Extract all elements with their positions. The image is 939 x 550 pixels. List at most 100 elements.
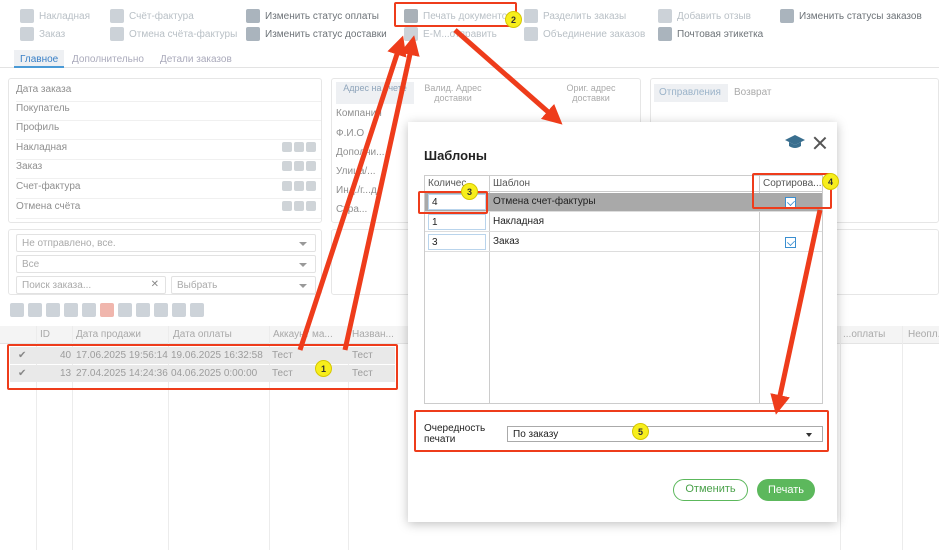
change-order-statuses-button[interactable]: Изменить статусы заказов xyxy=(780,8,922,24)
add-review-button[interactable]: Добавить отзыв xyxy=(658,8,751,24)
at-icon[interactable] xyxy=(294,161,304,171)
at-icon[interactable] xyxy=(294,142,304,152)
filter-icon[interactable] xyxy=(82,303,96,317)
invoice-icon xyxy=(20,9,34,23)
tab-billing-address[interactable]: Адрес на счете xyxy=(336,82,414,104)
delete-icon[interactable] xyxy=(64,303,78,317)
col-pay-date[interactable]: Дата оплаты xyxy=(173,329,232,340)
doc-icon[interactable] xyxy=(306,142,316,152)
doc-icon[interactable] xyxy=(306,201,316,211)
main-tabs: Главное Дополнительно Детали заказов xyxy=(0,50,939,68)
email-send-button[interactable]: E-M...отправить xyxy=(404,26,497,42)
fio-label: Ф.И.О xyxy=(336,128,365,139)
edit-icon[interactable] xyxy=(28,303,42,317)
cancel-schet-button[interactable]: Отмена счёта-фактуры xyxy=(110,26,237,42)
col-payment[interactable]: ...оплаты xyxy=(843,329,885,340)
order-date-field: Дата заказа xyxy=(16,84,321,102)
col-name[interactable]: Назван... xyxy=(352,329,394,340)
add-icon[interactable] xyxy=(10,303,24,317)
country-label: Стра... xyxy=(336,204,368,215)
change-delivery-status-button[interactable]: Изменить статус доставки xyxy=(246,26,387,42)
profile-field: Профиль xyxy=(16,122,321,140)
layout-icon[interactable] xyxy=(190,303,204,317)
close-icon[interactable] xyxy=(813,136,827,150)
col-id[interactable]: ID xyxy=(40,329,50,340)
schet-icon xyxy=(110,9,124,23)
callout-sort xyxy=(752,173,832,209)
callout-rows xyxy=(7,344,398,390)
schet-doc-field: Счет-фактура xyxy=(16,181,321,199)
tab-orig-shipping-address[interactable]: Ориг. адрес доставки xyxy=(556,82,626,104)
merge-orders-button[interactable]: Объединение заказов xyxy=(524,26,645,42)
invoice-doc-field: Накладная xyxy=(16,142,321,160)
doc-icon[interactable] xyxy=(306,181,316,191)
tab-order-details[interactable]: Детали заказов xyxy=(154,50,238,68)
tab-return[interactable]: Возврат xyxy=(734,87,772,98)
invoice-button[interactable]: Накладная xyxy=(20,8,90,24)
print-icon[interactable] xyxy=(282,201,292,211)
badge-3: 3 xyxy=(461,183,478,200)
col-account[interactable]: Аккаунт ма... xyxy=(273,329,333,340)
callout-print-button xyxy=(394,2,517,27)
chevron-down-icon xyxy=(299,242,307,246)
copy-icon[interactable] xyxy=(46,303,60,317)
template-row[interactable]: 3 Заказ xyxy=(425,233,822,252)
merge-icon xyxy=(524,27,538,41)
all-filter-select[interactable]: Все xyxy=(16,255,316,273)
tab-main[interactable]: Главное xyxy=(14,50,65,68)
label-icon xyxy=(658,27,672,41)
change-payment-status-button[interactable]: Изменить статус оплаты xyxy=(246,8,379,24)
additional-label: Дополни... xyxy=(336,147,385,158)
tab-shipments[interactable]: Отправления xyxy=(654,84,728,102)
status-filter-select[interactable]: Не отправлено, все. xyxy=(16,234,316,252)
order-doc-field: Заказ xyxy=(16,161,321,179)
company-label: Компания xyxy=(336,108,382,119)
search-order-input[interactable]: Поиск заказа... ✕ xyxy=(16,276,166,294)
col-sale-date[interactable]: Дата продажи xyxy=(76,329,141,340)
print-button[interactable]: Печать xyxy=(757,479,815,501)
badge-2: 2 xyxy=(505,11,522,28)
print-icon[interactable] xyxy=(282,181,292,191)
cancel-button[interactable]: Отменить xyxy=(673,479,748,501)
export-icon[interactable] xyxy=(136,303,150,317)
badge-4: 4 xyxy=(822,173,839,190)
order-button[interactable]: Заказ xyxy=(20,26,65,42)
badge-1: 1 xyxy=(315,360,332,377)
col-quantity[interactable]: Количес... xyxy=(425,176,490,192)
split-orders-button[interactable]: Разделить заказы xyxy=(524,8,626,24)
clear-filter-icon[interactable] xyxy=(100,303,114,317)
review-icon xyxy=(658,9,672,23)
cancel-schet-doc-field: Отмена счёта xyxy=(16,201,321,219)
postal-label-button[interactable]: Почтовая этикетка xyxy=(658,26,763,42)
badge-5: 5 xyxy=(632,423,649,440)
callout-quantity xyxy=(418,191,488,214)
print-icon[interactable] xyxy=(282,161,292,171)
tab-additional[interactable]: Дополнительно xyxy=(66,50,150,68)
at-icon[interactable] xyxy=(294,181,304,191)
choose-select[interactable]: Выбрать xyxy=(171,276,316,294)
col-template[interactable]: Шаблон xyxy=(490,176,760,192)
print-icon[interactable] xyxy=(282,142,292,152)
email-icon xyxy=(404,27,418,41)
graduation-cap-icon[interactable] xyxy=(785,134,805,150)
indent-icon[interactable] xyxy=(172,303,186,317)
columns-icon[interactable] xyxy=(118,303,132,317)
doc-icon[interactable] xyxy=(306,161,316,171)
col-unpaid[interactable]: Неопл... xyxy=(908,329,939,340)
buyer-field: Покупатель xyxy=(16,103,321,121)
grid-toolbar xyxy=(10,303,204,321)
zip-city-label: Инд./г...д xyxy=(336,185,377,196)
euro-icon xyxy=(246,9,260,23)
import-icon[interactable] xyxy=(154,303,168,317)
dialog-title: Шаблоны xyxy=(424,148,487,163)
clear-icon[interactable]: ✕ xyxy=(151,279,159,290)
at-icon[interactable] xyxy=(294,201,304,211)
tab-valid-shipping-address[interactable]: Валид. Адрес доставки xyxy=(418,82,488,104)
template-row[interactable]: 1 Накладная xyxy=(425,213,822,232)
sort-checkbox[interactable] xyxy=(785,237,796,248)
callout-print-order xyxy=(414,410,829,452)
quantity-input[interactable]: 3 xyxy=(428,234,486,250)
quantity-input[interactable]: 1 xyxy=(428,214,486,230)
app-window: Накладная Заказ Счёт-фактура Отмена счёт… xyxy=(0,0,939,550)
schet-button[interactable]: Счёт-фактура xyxy=(110,8,194,24)
